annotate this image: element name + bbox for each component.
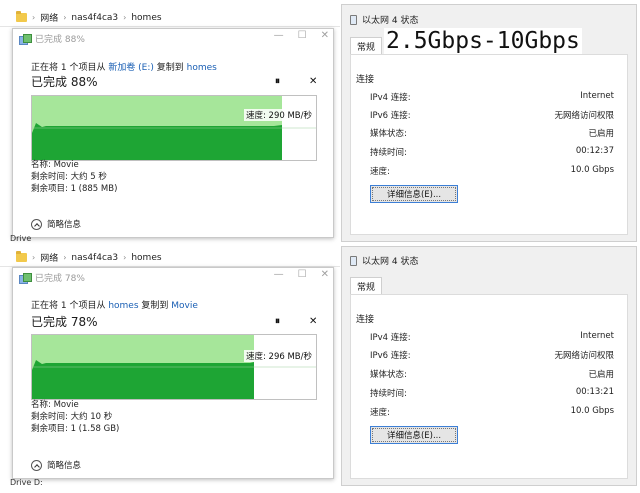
speed-label: 速度: (370, 167, 390, 177)
speed-label: 速度: 296 MB/秒 (243, 350, 314, 362)
items-remaining: 剩余项目: 1 (885 MB) (31, 184, 118, 194)
items-remaining: 剩余项目: 1 (1.58 GB) (31, 424, 120, 434)
tab-general[interactable]: 常规 (350, 37, 382, 55)
breadcrumb: › 网络 › nas4f4ca3 › homes (0, 9, 340, 27)
speed-label: 速度: (370, 408, 390, 418)
ipv4-value: Internet (580, 331, 614, 341)
breadcrumb-network[interactable]: 网络 (40, 251, 58, 264)
media-state-label: 媒体状态: (370, 129, 407, 139)
media-state-value: 已启用 (588, 370, 614, 380)
breadcrumb-folder[interactable]: homes (131, 253, 161, 263)
ipv4-value: Internet (580, 91, 614, 101)
general-tab-panel (350, 54, 628, 235)
chevron-right-icon: › (123, 253, 127, 262)
fewer-details-toggle[interactable]: 简略信息 (31, 459, 81, 471)
connection-section-title: 连接 (356, 75, 375, 85)
pause-button[interactable]: ⏸ (275, 316, 280, 327)
cancel-button[interactable]: ✕ (309, 76, 317, 87)
chevron-up-icon (31, 459, 42, 471)
ipv4-label: IPv4 连接: (370, 93, 411, 103)
ipv4-label: IPv4 连接: (370, 333, 411, 343)
window-controls: — ☐ ✕ (274, 30, 329, 41)
speed-graph-svg (32, 335, 316, 399)
speed-range-annotation: 2.5Gbps-10Gbps (384, 28, 582, 54)
copy-icon (19, 272, 32, 284)
breadcrumb-network[interactable]: 网络 (40, 11, 58, 24)
chevron-right-icon: › (32, 253, 36, 262)
maximize-button[interactable]: ☐ (298, 269, 307, 280)
ethernet-titlebar: 以太网 4 状态 (350, 254, 418, 267)
duration-label: 持续时间: (370, 148, 407, 158)
breadcrumb: › 网络 › nas4f4ca3 › homes (0, 249, 340, 267)
transfer-speed-graph: 速度: 296 MB/秒 (31, 334, 317, 400)
close-button[interactable]: ✕ (321, 269, 329, 280)
minimize-button[interactable]: — (274, 30, 284, 41)
copy-description: 正在将 1 个项目从 homes 复制到 Movie (31, 301, 198, 311)
ipv6-value: 无网络访问权限 (554, 351, 614, 361)
breadcrumb-folder[interactable]: homes (131, 13, 161, 23)
breadcrumb-host[interactable]: nas4f4ca3 (71, 13, 118, 23)
cancel-button[interactable]: ✕ (309, 316, 317, 327)
dialog-title: 已完成 88% (35, 35, 85, 45)
destination-link[interactable]: Movie (171, 301, 198, 311)
transfer-speed-graph: 速度: 290 MB/秒 (31, 95, 317, 161)
tab-general[interactable]: 常规 (350, 277, 382, 295)
file-name: 名称: Movie (31, 160, 79, 170)
ipv6-value: 无网络访问权限 (554, 111, 614, 121)
speed-value: 10.0 Gbps (570, 165, 614, 175)
file-name: 名称: Movie (31, 400, 79, 410)
network-adapter-icon (350, 14, 357, 25)
folder-icon (16, 251, 27, 262)
file-details: 名称: Movie 剩余时间: 大约 5 秒 剩余项目: 1 (885 MB) (31, 159, 117, 195)
ethernet-titlebar: 以太网 4 状态 (350, 13, 418, 26)
ethernet-title: 以太网 4 状态 (362, 257, 419, 267)
copy-description: 正在将 1 个项目从 新加卷 (E:) 复制到 homes (31, 63, 217, 73)
connection-section-title: 连接 (356, 315, 375, 325)
chevron-right-icon: › (63, 253, 67, 262)
maximize-button[interactable]: ☐ (298, 30, 307, 41)
duration-value: 00:12:37 (575, 146, 614, 156)
ipv6-label: IPv6 连接: (370, 351, 411, 361)
chevron-right-icon: › (32, 13, 36, 22)
pause-button[interactable]: ⏸ (275, 76, 280, 87)
progress-percent: 已完成 88% (31, 75, 98, 89)
chevron-right-icon: › (63, 13, 67, 22)
graph-speed-fill (32, 123, 282, 160)
graph-speed-fill (32, 360, 254, 399)
ethernet-title: 以太网 4 状态 (362, 16, 419, 26)
media-state-value: 已启用 (588, 129, 614, 139)
speed-graph-svg (32, 96, 316, 160)
duration-value: 00:13:21 (575, 387, 614, 397)
network-adapter-icon (350, 255, 357, 266)
speed-label: 速度: 290 MB/秒 (243, 109, 314, 121)
close-button[interactable]: ✕ (321, 30, 329, 41)
destination-link[interactable]: homes (187, 63, 217, 73)
progress-percent: 已完成 78% (31, 315, 98, 329)
background-drive-label: Drive (10, 234, 32, 243)
breadcrumb-host[interactable]: nas4f4ca3 (71, 253, 118, 263)
folder-icon (16, 11, 27, 22)
details-button[interactable]: 详细信息(E)... (370, 426, 458, 444)
chevron-up-icon (31, 218, 42, 230)
speed-value: 10.0 Gbps (570, 406, 614, 416)
source-link[interactable]: 新加卷 (E:) (108, 63, 154, 73)
copy-icon (19, 33, 32, 45)
ipv6-label: IPv6 连接: (370, 111, 411, 121)
chevron-right-icon: › (123, 13, 127, 22)
background-drive-label: Drive D: (10, 478, 43, 487)
fewer-details-toggle[interactable]: 简略信息 (31, 218, 81, 230)
time-remaining: 剩余时间: 大约 10 秒 (31, 412, 113, 422)
file-details: 名称: Movie 剩余时间: 大约 10 秒 剩余项目: 1 (1.58 GB… (31, 399, 119, 435)
copy-progress-dialog: 已完成 88% — ☐ ✕ 正在将 1 个项目从 新加卷 (E:) 复制到 ho… (12, 28, 334, 238)
source-link[interactable]: homes (108, 301, 138, 311)
minimize-button[interactable]: — (274, 269, 284, 280)
details-button[interactable]: 详细信息(E)... (370, 185, 458, 203)
ethernet-status-window: 以太网 4 状态 常规 连接 IPv4 连接: Internet IPv6 连接… (341, 246, 637, 486)
window-controls: — ☐ ✕ (274, 269, 329, 280)
duration-label: 持续时间: (370, 389, 407, 399)
time-remaining: 剩余时间: 大约 5 秒 (31, 172, 107, 182)
copy-progress-dialog: 已完成 78% — ☐ ✕ 正在将 1 个项目从 homes 复制到 Movie… (12, 267, 334, 479)
dialog-title: 已完成 78% (35, 274, 85, 284)
media-state-label: 媒体状态: (370, 370, 407, 380)
